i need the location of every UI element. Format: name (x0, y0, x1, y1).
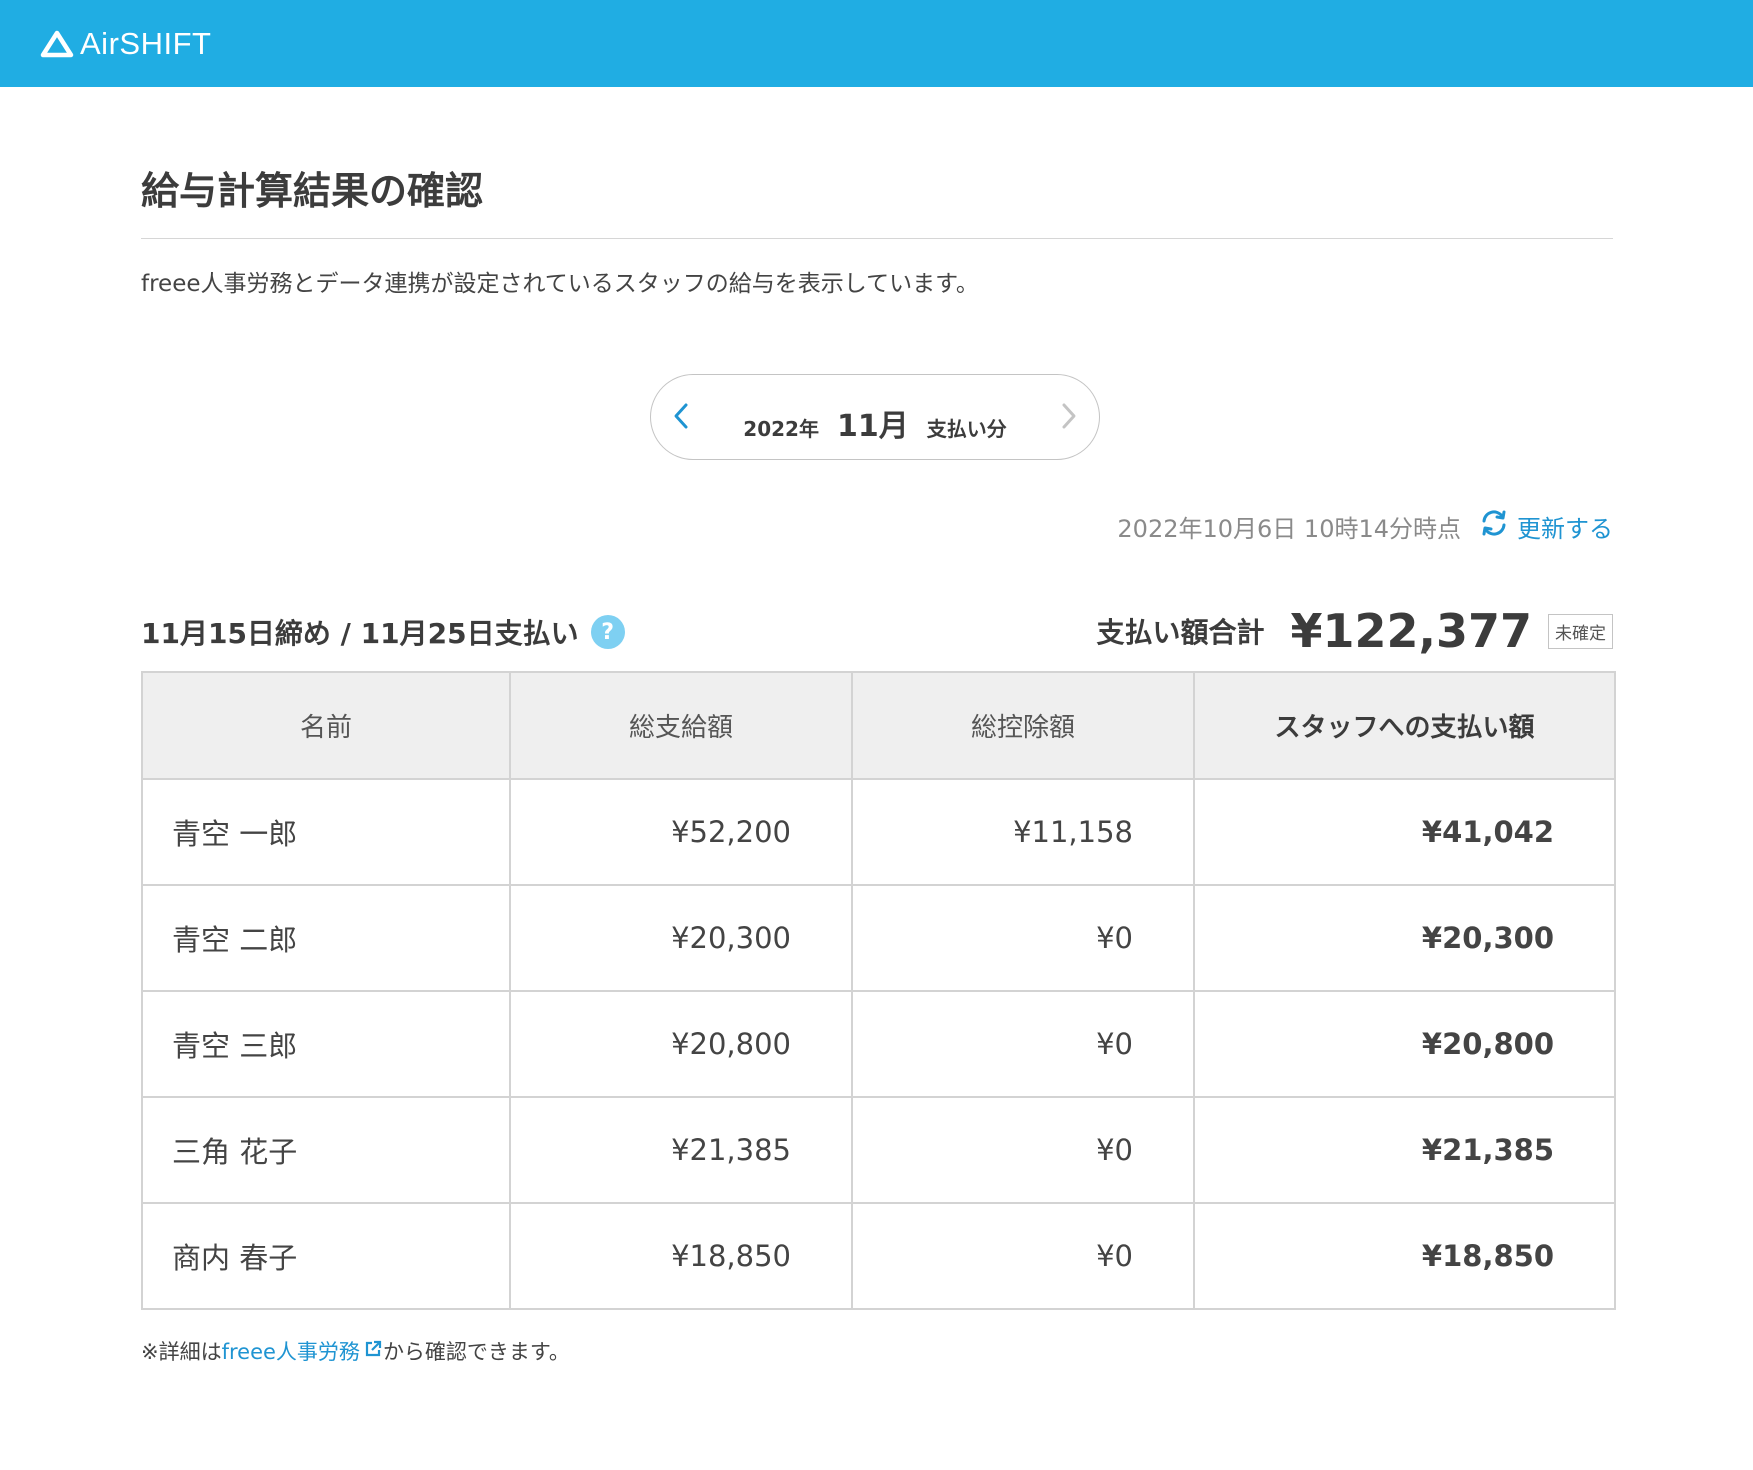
refresh-button[interactable]: 更新する (1479, 508, 1613, 544)
column-header-deduction: 総控除額 (851, 671, 1195, 780)
staff-name: 三角 花子 (141, 1096, 511, 1204)
staff-name: 青空 三郎 (141, 990, 511, 1098)
title-divider (141, 238, 1613, 239)
payroll-table: 名前 総支給額 総控除額 スタッフへの支払い額 青空 一郎 ¥52,200 ¥1… (141, 671, 1616, 1310)
page-title: 給与計算結果の確認 (141, 169, 484, 213)
pay-period-label: 11月15日締め / 11月25日支払い (141, 617, 579, 650)
gross-pay: ¥20,800 (509, 990, 853, 1098)
page-description: freee人事労務とデータ連携が設定されているスタッフの給与を表示しています。 (141, 271, 979, 297)
footnote-prefix: ※詳細は (141, 1340, 222, 1364)
total-amount: ¥122,377 (1290, 604, 1532, 658)
staff-name: 商内 春子 (141, 1202, 511, 1310)
month-month: 11月 (836, 409, 909, 444)
footnote: ※詳細は freee人事労務 から確認できます。 (141, 1336, 570, 1366)
month-year: 2022年 (743, 417, 819, 441)
refresh-icon (1479, 508, 1517, 544)
question-circle-icon[interactable]: ? (590, 615, 625, 649)
net-pay: ¥20,300 (1193, 884, 1616, 992)
table-row: 青空 二郎 ¥20,300 ¥0 ¥20,300 (141, 884, 1616, 992)
gross-pay: ¥52,200 (509, 778, 853, 886)
month-suffix: 支払い分 (926, 417, 1007, 441)
period-row: 11月15日締め / 11月25日支払い ? (141, 612, 625, 652)
gross-pay: ¥20,300 (509, 884, 853, 992)
deduction: ¥11,158 (851, 778, 1195, 886)
deduction: ¥0 (851, 990, 1195, 1098)
gross-pay: ¥21,385 (509, 1096, 853, 1204)
freee-link[interactable]: freee人事労務 (222, 1336, 383, 1366)
freee-link-label: freee人事労務 (221, 1340, 360, 1364)
total-row: 支払い額合計 ¥122,377 未確定 (1096, 604, 1613, 658)
net-pay: ¥18,850 (1193, 1202, 1616, 1310)
triangle-logo-icon (40, 30, 74, 58)
table-row: 青空 一郎 ¥52,200 ¥11,158 ¥41,042 (141, 778, 1616, 886)
net-pay: ¥21,385 (1193, 1096, 1616, 1204)
staff-name: 青空 一郎 (141, 778, 511, 886)
next-month-button[interactable] (1051, 400, 1087, 436)
status-badge: 未確定 (1548, 613, 1613, 649)
deduction: ¥0 (851, 1202, 1195, 1310)
deduction: ¥0 (851, 884, 1195, 992)
column-header-net-pay: スタッフへの支払い額 (1193, 671, 1616, 780)
net-pay: ¥41,042 (1193, 778, 1616, 886)
update-row: 2022年10月6日 10時14分時点 更新する (1117, 508, 1613, 544)
month-selector: 2022年 11月 支払い分 (650, 374, 1100, 460)
footnote-suffix: から確認できます。 (382, 1340, 570, 1364)
last-updated-timestamp: 2022年10月6日 10時14分時点 (1117, 514, 1461, 543)
table-row: 青空 三郎 ¥20,800 ¥0 ¥20,800 (141, 990, 1616, 1098)
main-content: 給与計算結果の確認 freee人事労務とデータ連携が設定されているスタッフの給与… (141, 0, 1616, 1470)
chevron-right-icon (1060, 402, 1078, 434)
deduction: ¥0 (851, 1096, 1195, 1204)
table-row: 商内 春子 ¥18,850 ¥0 ¥18,850 (141, 1202, 1616, 1310)
table-row: 三角 花子 ¥21,385 ¥0 ¥21,385 (141, 1096, 1616, 1204)
staff-name: 青空 二郎 (141, 884, 511, 992)
column-header-name: 名前 (141, 671, 511, 780)
month-label: 2022年 11月 支払い分 (651, 375, 1099, 459)
gross-pay: ¥18,850 (509, 1202, 853, 1310)
total-label: 支払い額合計 (1096, 616, 1265, 649)
external-link-icon (360, 1339, 383, 1364)
column-header-gross: 総支給額 (509, 671, 853, 780)
table-header-row: 名前 総支給額 総控除額 スタッフへの支払い額 (141, 671, 1616, 780)
net-pay: ¥20,800 (1193, 990, 1616, 1098)
refresh-label: 更新する (1517, 514, 1613, 543)
